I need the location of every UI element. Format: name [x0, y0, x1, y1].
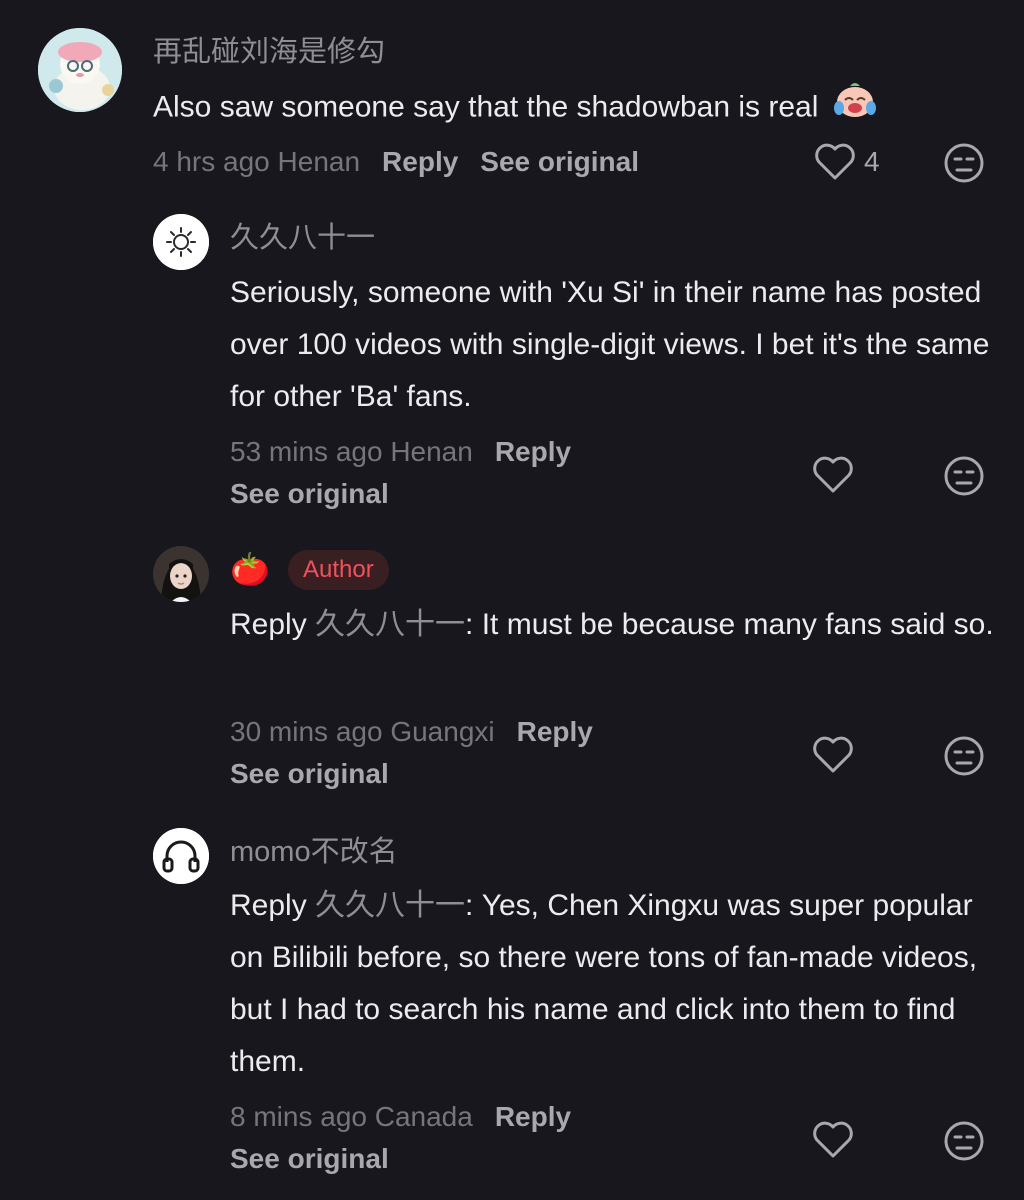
see-original-button[interactable]: See original [480, 146, 639, 177]
crying-laughing-emoji-icon [833, 80, 877, 137]
avatar[interactable] [153, 828, 209, 884]
comment-text: Reply 久久八十一: It must be because many fan… [230, 599, 1000, 651]
see-original-button[interactable]: See original [230, 1139, 389, 1179]
heart-icon [813, 736, 853, 773]
comment-text: Reply 久久八十一: Yes, Chen Xingxu was super … [230, 880, 1000, 1088]
see-original-button[interactable]: See original [230, 754, 389, 794]
time-location: 53 mins ago Henan [230, 436, 473, 467]
heart-icon [815, 143, 855, 180]
avatar[interactable] [38, 28, 122, 112]
girl-photo-avatar[interactable] [153, 546, 209, 602]
neutral-face-icon [944, 1121, 984, 1161]
comment-reply: 🍅 Author Reply 久久八十一: It must be because… [0, 530, 1024, 810]
time-location: 30 mins ago Guangxi [230, 716, 495, 747]
cartoon-avatar-icon [38, 28, 122, 112]
comment-top-level: 再乱碰刘海是修勾 Also saw someone say that the s… [0, 0, 1024, 200]
reply-to-username[interactable]: 久久八十一 [315, 608, 465, 641]
neutral-face-icon [944, 736, 984, 776]
heart-icon [813, 1121, 853, 1158]
comment-meta: 8 mins ago Canada Reply [230, 1097, 571, 1137]
reply-button[interactable]: Reply [495, 1101, 571, 1132]
like-button[interactable] [812, 456, 854, 494]
heart-icon [813, 456, 853, 493]
neutral-face-icon [944, 456, 984, 496]
dislike-button[interactable] [943, 1120, 985, 1167]
dislike-button[interactable] [943, 455, 985, 502]
reply-prefix: Reply [230, 889, 307, 922]
username[interactable]: 久久八十一 [230, 220, 375, 256]
time-location: 8 mins ago Canada [230, 1101, 473, 1132]
dislike-button[interactable] [943, 735, 985, 782]
comment-reply: 久久八十一 Seriously, someone with 'Xu Si' in… [0, 200, 1024, 530]
reply-button[interactable]: Reply [382, 146, 458, 177]
username[interactable]: 再乱碰刘海是修勾 [153, 34, 385, 70]
like-count: 4 [864, 146, 880, 177]
username[interactable]: 🍅 [230, 551, 270, 587]
like-button[interactable] [812, 1121, 854, 1159]
comment-meta: 53 mins ago Henan Reply [230, 432, 571, 472]
username[interactable]: momo不改名 [230, 834, 398, 870]
comment-text-content: : It must be because many fans said so. [465, 608, 994, 641]
like-button[interactable] [812, 736, 854, 774]
author-badge: Author [288, 550, 389, 590]
like-button[interactable]: 4 [814, 143, 880, 181]
reply-button[interactable]: Reply [517, 716, 593, 747]
avatar[interactable] [153, 214, 209, 270]
photo-avatar-icon [153, 546, 209, 602]
comment-text-content: Also saw someone say that the shadowban … [153, 90, 819, 124]
comment-meta: 4 hrs ago Henan Reply See original [153, 142, 639, 182]
headphones-icon [153, 828, 209, 884]
reply-prefix: Reply [230, 608, 307, 641]
dislike-button[interactable] [943, 142, 985, 189]
neutral-face-icon [944, 143, 984, 183]
comment-meta: 30 mins ago Guangxi Reply [230, 712, 593, 752]
comment-reply: momo不改名 Reply 久久八十一: Yes, Chen Xingxu wa… [0, 810, 1024, 1200]
reply-to-username[interactable]: 久久八十一 [315, 889, 465, 922]
see-original-button[interactable]: See original [230, 474, 389, 514]
comment-text: Seriously, someone with 'Xu Si' in their… [230, 276, 990, 413]
reply-button[interactable]: Reply [495, 436, 571, 467]
sun-icon [153, 214, 209, 270]
comment-text: Also saw someone say that the shadowban … [153, 80, 1013, 137]
time-location: 4 hrs ago Henan [153, 146, 361, 177]
